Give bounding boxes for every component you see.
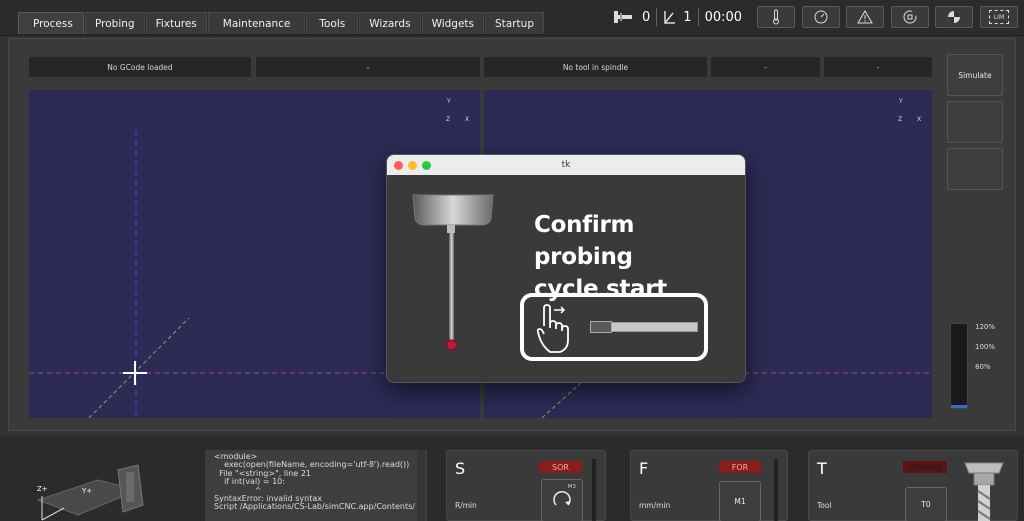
- axis-z-label: Z: [898, 116, 903, 123]
- dialog-message-line1: Confirm probing: [534, 212, 635, 270]
- axis-z-label: Z: [446, 116, 451, 123]
- gcode-status: No GCode loaded: [29, 57, 251, 77]
- line-count-icon: [663, 8, 677, 26]
- status-field: -: [711, 57, 820, 77]
- tool-status: No tool in spindle: [484, 57, 707, 77]
- gauge-icon: [814, 10, 828, 24]
- status-counters: 0 1 00:00: [612, 6, 742, 28]
- limit-button[interactable]: LIM: [980, 6, 1018, 28]
- tab-tools[interactable]: Tools: [306, 12, 359, 34]
- tool-label: T: [817, 459, 827, 478]
- simcnc-window: Process Probing Fixtures Maintenance Too…: [0, 0, 1024, 521]
- probing-confirm-dialog: tk Confirm probing cycle start: [386, 154, 746, 383]
- confirm-slider-handle[interactable]: [590, 321, 612, 333]
- side-button-2[interactable]: [947, 101, 1003, 143]
- spindle-speed-icon: [903, 10, 917, 24]
- spindle-card: S SOR R/min M3: [446, 450, 606, 521]
- spindle-label: S: [455, 459, 466, 478]
- feed-override-badge[interactable]: FOR: [719, 461, 761, 473]
- gauge-button[interactable]: [802, 6, 840, 28]
- end-mill-icon: [959, 459, 1009, 521]
- axis-y-label: Y: [899, 98, 903, 105]
- feed-label: F: [639, 459, 649, 478]
- machine-axis-z: Z+: [37, 485, 48, 493]
- tab-bar: Process Probing Fixtures Maintenance Too…: [18, 12, 545, 34]
- thermometer-icon: [773, 9, 779, 25]
- swipe-hand-icon: [534, 302, 574, 354]
- dialog-message: Confirm probing cycle start: [534, 209, 734, 305]
- tab-fixtures[interactable]: Fixtures: [145, 12, 207, 34]
- tool-select-button[interactable]: T0: [905, 487, 947, 521]
- tool-unit: Tool: [817, 501, 832, 510]
- divider: [697, 8, 699, 26]
- feed-unit: mm/min: [639, 501, 671, 510]
- tab-process[interactable]: Process: [18, 12, 84, 34]
- tab-maintenance[interactable]: Maintenance: [207, 12, 306, 34]
- machine-axis-y: Y+: [82, 487, 93, 495]
- script-console[interactable]: <module> exec(open(fileName, encoding='u…: [205, 450, 427, 521]
- tab-wizards[interactable]: Wizards: [359, 12, 421, 34]
- override-level: [951, 405, 967, 408]
- feed-card: F FOR mm/min M1: [630, 450, 788, 521]
- warning-button[interactable]: [846, 6, 884, 28]
- axis-x-label: X: [917, 116, 922, 123]
- close-window-button[interactable]: [394, 161, 403, 170]
- feed-rate-slider[interactable]: [774, 459, 778, 521]
- minimize-window-button[interactable]: [408, 161, 417, 170]
- estop-button[interactable]: [935, 6, 973, 28]
- spindle-speed-slider[interactable]: [592, 459, 596, 521]
- console-scrollbar[interactable]: [417, 450, 425, 521]
- axis-y-label: Y: [447, 98, 451, 105]
- tool-card: T CHANGE Tool T0: [808, 450, 1018, 521]
- tool-count-value: 0: [642, 9, 651, 25]
- side-button-3[interactable]: [947, 148, 1003, 190]
- override-label-80: 80%: [975, 363, 991, 371]
- override-label-100: 100%: [975, 343, 996, 351]
- feed-override-bar[interactable]: [950, 323, 968, 409]
- tab-widgets[interactable]: Widgets: [421, 12, 485, 34]
- rotate-cw-icon: [553, 490, 571, 505]
- estop-icon: [948, 11, 960, 23]
- tool-count-icon: [612, 8, 636, 26]
- top-bar: Process Probing Fixtures Maintenance Too…: [0, 0, 1024, 36]
- spindle-unit: R/min: [455, 501, 477, 510]
- zoom-window-button[interactable]: [422, 161, 431, 170]
- machine-preview: Z+ Y+: [28, 460, 158, 521]
- swipe-to-confirm-box[interactable]: [520, 293, 708, 361]
- tab-startup[interactable]: Startup: [485, 12, 544, 34]
- touch-probe-icon: [411, 193, 495, 353]
- status-field: -: [824, 57, 932, 77]
- tool-change-badge[interactable]: CHANGE: [903, 461, 947, 473]
- override-label-120: 120%: [975, 323, 996, 331]
- dialog-title: tk: [561, 160, 571, 170]
- spindle-override-badge[interactable]: SOR: [539, 461, 582, 473]
- tab-probing[interactable]: Probing: [85, 12, 145, 34]
- temperature-button[interactable]: [757, 6, 795, 28]
- axis-x-label: X: [465, 116, 470, 123]
- elapsed-time: 00:00: [704, 9, 743, 25]
- warning-icon: [857, 10, 873, 24]
- spindle-direction-button[interactable]: M3: [541, 479, 583, 521]
- status-field: -: [256, 57, 480, 77]
- dialog-titlebar[interactable]: tk: [387, 155, 745, 175]
- spindle-direction-label: M3: [567, 484, 576, 490]
- spindle-speed-button[interactable]: [891, 6, 929, 28]
- limit-icon: LIM: [989, 10, 1009, 24]
- feed-m1-button[interactable]: M1: [719, 481, 761, 521]
- simulate-button[interactable]: Simulate: [947, 54, 1003, 96]
- line-count-value: 1: [683, 9, 692, 25]
- divider: [656, 8, 658, 26]
